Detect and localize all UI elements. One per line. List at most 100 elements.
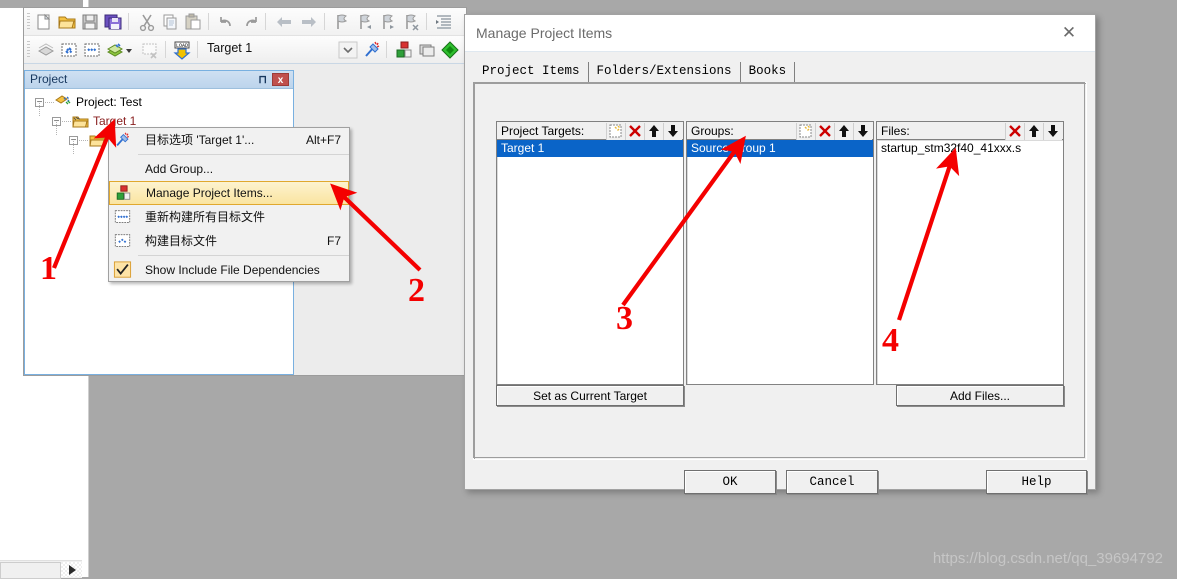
move-up-icon[interactable]	[834, 123, 853, 140]
help-button[interactable]: Help	[986, 470, 1087, 494]
toolbar-row-2: LOAD Target 1	[24, 36, 466, 64]
bookmark-clear-icon[interactable]	[401, 12, 421, 32]
list-item[interactable]: Target 1	[497, 140, 683, 157]
move-up-icon[interactable]	[644, 123, 663, 140]
menu-item-manage-project-items[interactable]: Manage Project Items...	[109, 181, 349, 205]
groups-list[interactable]: Source Group 1	[686, 140, 874, 385]
delete-item-icon[interactable]	[625, 123, 644, 140]
indent-icon[interactable]	[434, 12, 454, 32]
svg-text:LOAD: LOAD	[176, 43, 188, 49]
navigate-forward-icon[interactable]	[299, 12, 319, 32]
pack-installer-icon[interactable]	[440, 40, 460, 60]
move-up-icon[interactable]	[1024, 123, 1043, 140]
toolbar-row-1	[24, 8, 466, 36]
tab-project-items[interactable]: Project Items	[474, 62, 589, 82]
new-item-icon[interactable]	[796, 123, 815, 140]
menu-separator	[138, 255, 349, 256]
close-icon[interactable]: ✕	[1049, 21, 1089, 45]
add-files-button[interactable]: Add Files...	[896, 385, 1064, 406]
toolbar-separator	[128, 13, 129, 30]
menu-item-label: Manage Project Items...	[146, 186, 273, 200]
dialog-body: Project Items Folders/Extensions Books P…	[465, 52, 1095, 494]
new-item-icon[interactable]	[606, 123, 625, 140]
menu-item-accelerator: Alt+F7	[305, 133, 341, 147]
target-options-icon[interactable]	[362, 40, 382, 60]
toolbar-separator	[426, 13, 427, 30]
bookmark-prev-icon[interactable]	[355, 12, 375, 32]
dialog-title: Manage Project Items	[476, 25, 613, 41]
tab-folders-extensions[interactable]: Folders/Extensions	[588, 62, 741, 82]
target-folder-icon	[72, 116, 89, 128]
chevron-down-icon[interactable]	[338, 40, 358, 60]
target-selector-value[interactable]: Target 1	[207, 41, 252, 55]
ok-button[interactable]: OK	[684, 470, 776, 494]
bookmark-next-icon[interactable]	[378, 12, 398, 32]
toolbar-grip[interactable]	[27, 13, 30, 30]
redo-icon[interactable]	[240, 12, 260, 32]
checkbox-checked-icon[interactable]	[113, 261, 132, 279]
tab-pane-project-items: Project Targets: Target 1 Groups: Source…	[473, 82, 1087, 460]
tree-row-project[interactable]: − Project: Test	[25, 93, 293, 112]
new-file-icon[interactable]	[34, 12, 54, 32]
open-file-icon[interactable]	[57, 12, 77, 32]
manage-project-items-icon	[114, 184, 133, 202]
tree-label[interactable]: Project: Test	[76, 95, 142, 109]
set-as-current-target-button[interactable]: Set as Current Target	[496, 385, 684, 406]
menu-item-add-group[interactable]: Add Group...	[109, 157, 349, 181]
menu-item-label: 构建目标文件	[145, 234, 218, 248]
bookmark-icon[interactable]	[332, 12, 352, 32]
horizontal-scrollbar[interactable]	[0, 560, 82, 579]
menu-item-target-options[interactable]: 目标选项 'Target 1'... Alt+F7	[109, 128, 349, 152]
paste-icon[interactable]	[183, 12, 203, 32]
menu-item-label: 目标选项 'Target 1'...	[145, 133, 255, 147]
close-icon[interactable]: x	[272, 73, 289, 86]
build-icon[interactable]	[59, 40, 79, 60]
pin-icon[interactable]: ⊓	[258, 73, 267, 86]
toolbar-grip[interactable]	[27, 41, 30, 58]
translate-icon[interactable]	[36, 40, 56, 60]
load-icon[interactable]: LOAD	[172, 40, 192, 60]
groups-label: Groups:	[691, 124, 734, 138]
delete-item-icon[interactable]	[1005, 123, 1024, 140]
stop-build-icon[interactable]	[140, 40, 160, 60]
project-targets-label: Project Targets:	[501, 124, 585, 138]
annotation-number-3: 3	[616, 300, 633, 337]
move-down-icon[interactable]	[663, 123, 682, 140]
batch-build-icon[interactable]	[105, 40, 125, 60]
tab-books[interactable]: Books	[740, 62, 796, 82]
multi-project-icon[interactable]	[417, 40, 437, 60]
chevron-down-icon[interactable]	[124, 40, 134, 60]
undo-icon[interactable]	[217, 12, 237, 32]
annotation-number-1: 1	[40, 250, 57, 287]
project-targets-list[interactable]: Target 1	[496, 140, 684, 385]
toolbar-separator	[197, 41, 198, 58]
copy-icon[interactable]	[160, 12, 180, 32]
list-item[interactable]: Source Group 1	[687, 140, 873, 157]
cut-icon[interactable]	[137, 12, 157, 32]
cancel-button[interactable]: Cancel	[786, 470, 878, 494]
save-all-icon[interactable]	[103, 12, 123, 32]
dialog-title-bar: Manage Project Items ✕	[465, 15, 1095, 52]
files-list[interactable]: startup_stm32f40_41xxx.s	[876, 140, 1064, 385]
manage-project-items-icon[interactable]	[394, 40, 414, 60]
desktop-top-strip	[0, 0, 88, 8]
move-down-icon[interactable]	[1043, 123, 1062, 140]
watermark-text: https://blog.csdn.net/qq_39694792	[932, 550, 1163, 567]
menu-item-show-include-dependencies[interactable]: Show Include File Dependencies	[109, 258, 349, 282]
project-targets-panel: Project Targets: Target 1	[496, 121, 684, 385]
rebuild-icon[interactable]	[82, 40, 102, 60]
save-icon[interactable]	[80, 12, 100, 32]
menu-item-accelerator: F7	[326, 234, 341, 248]
toolbar-separator	[265, 13, 266, 30]
annotation-number-2: 2	[408, 272, 425, 309]
tree-label[interactable]: Target 1	[93, 114, 136, 128]
navigate-back-icon[interactable]	[274, 12, 294, 32]
context-menu: 目标选项 'Target 1'... Alt+F7 Add Group... M…	[108, 127, 350, 282]
rebuild-icon	[113, 208, 132, 226]
menu-item-rebuild-all[interactable]: 重新构建所有目标文件	[109, 205, 349, 229]
move-down-icon[interactable]	[853, 123, 872, 140]
scrollbar-thumb[interactable]	[0, 562, 61, 579]
menu-item-build-target[interactable]: 构建目标文件 F7	[109, 229, 349, 253]
list-item[interactable]: startup_stm32f40_41xxx.s	[877, 140, 1063, 157]
delete-item-icon[interactable]	[815, 123, 834, 140]
